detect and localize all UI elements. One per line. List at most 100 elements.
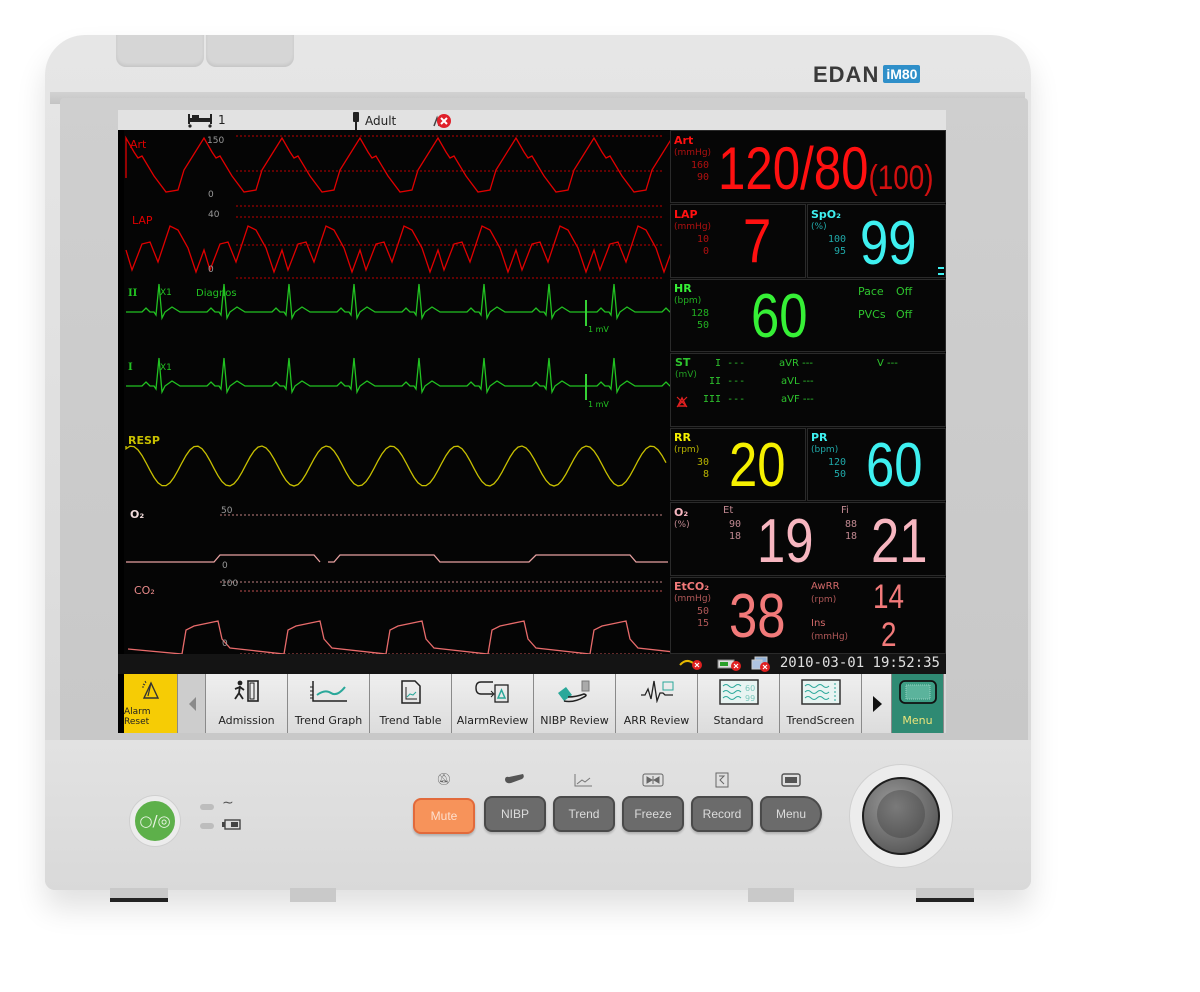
st-lead-name: aVF [781, 394, 800, 405]
trend-icon [574, 774, 592, 787]
monitor-screen: 1 Adult Art 150 0 LAP 40 0 II X1 Diagnos… [118, 110, 946, 733]
ecg-ii-mode[interactable]: Diagnos [196, 288, 237, 299]
lap-param-box[interactable]: LAP (mmHg) 10 0 7 [670, 204, 806, 278]
ecg-ii-label[interactable]: II [128, 288, 137, 299]
ecg-ii-gain[interactable]: X1 [160, 288, 172, 298]
spo2-alarm-low: 95 [833, 246, 846, 257]
pr-value: 60 [866, 431, 923, 500]
standard-screen-label: Standard [713, 714, 764, 727]
softkey-next-button[interactable] [862, 674, 892, 733]
nibp-key[interactable]: NIBP [484, 796, 546, 832]
alarm-review-button[interactable]: AlarmReview [452, 674, 534, 733]
menu-key[interactable]: Menu [760, 796, 822, 832]
pace-value: Off [896, 285, 913, 298]
freeze-key-label: Freeze [634, 807, 672, 821]
spo2-alarm-high: 100 [827, 234, 846, 245]
art-alarm-low: 90 [696, 172, 709, 183]
power-button[interactable]: ○/◎ [130, 796, 180, 846]
art-param-box[interactable]: Art (mmHg) 160 90 120/80(100) [670, 130, 946, 203]
etco2-param-box[interactable]: EtCO₂ (mmHg) 50 15 38 AwRR (rpm) 14 Ins … [670, 577, 946, 654]
chevron-left-icon [188, 696, 196, 711]
knob-cap[interactable] [877, 790, 925, 838]
record-key[interactable]: Record [691, 796, 753, 832]
lap-wave-label[interactable]: LAP [132, 214, 153, 227]
record-key-label: Record [702, 807, 742, 821]
trend-table-label: Trend Table [379, 714, 442, 727]
awrr-unit: (rpm) [811, 595, 837, 605]
softkey-prev-button[interactable] [178, 674, 206, 733]
spo2-value: 99 [860, 209, 917, 278]
lead-off-status-icon[interactable] [679, 657, 705, 671]
record-icon [715, 772, 729, 788]
standard-screen-button[interactable]: 60 99 Standard [698, 674, 780, 733]
parameter-panel: Art (mmHg) 160 90 120/80(100) LAP (mmHg)… [670, 130, 946, 674]
freeze-icon [642, 773, 664, 787]
rr-param-box[interactable]: RR (rpm) 30 8 20 [670, 428, 806, 501]
o2-wave-label[interactable]: O₂ [130, 508, 144, 521]
ecg-i-label[interactable]: I [128, 362, 133, 373]
o2-param-box[interactable]: O₂ (%) Et 90 18 19 Fi 88 18 21 [670, 502, 946, 576]
o2-fi-alarm-high: 88 [844, 519, 857, 530]
trend-graph-button[interactable]: Trend Graph [288, 674, 370, 733]
art-wave-label[interactable]: Art [130, 138, 146, 151]
pr-param-box[interactable]: PR (bpm) 120 50 60 [807, 428, 946, 501]
admission-button[interactable]: Admission [206, 674, 288, 733]
freeze-key[interactable]: Freeze [622, 796, 684, 832]
rr-alarm-high: 30 [696, 457, 709, 468]
trend-table-button[interactable]: Trend Table [370, 674, 452, 733]
patient-type[interactable]: Adult [351, 112, 396, 130]
standard-screen-icon: 6099 [718, 679, 759, 705]
bed-info[interactable]: 1 [186, 112, 226, 128]
nibp-review-button[interactable]: NIBP Review [534, 674, 616, 733]
trend-screen-button[interactable]: TrendScreen [780, 674, 862, 733]
ins-value: 2 [881, 616, 897, 654]
alarm-off-indicator[interactable] [432, 112, 452, 130]
cuff-icon [505, 774, 524, 784]
st-lead-iii: III --- [703, 394, 745, 405]
o2-fi-label: Fi [841, 505, 849, 516]
pr-param-label: PR [811, 431, 828, 444]
st-lead-name: aVL [781, 376, 800, 387]
mute-key-label: Mute [430, 809, 458, 823]
svg-text:99: 99 [745, 694, 755, 703]
alarm-reset-button[interactable]: Alarm Reset [124, 674, 178, 733]
pr-alarm-high: 120 [827, 457, 846, 468]
resp-wave-label[interactable]: RESP [128, 434, 160, 447]
foot-right [916, 888, 974, 902]
st-lead-name: I [715, 358, 722, 369]
alarm-mute-icon: 🔕︎ [436, 772, 452, 786]
spo2-param-box[interactable]: SpO₂ (%) 100 95 99 [807, 204, 946, 278]
perfusion-index-icon [938, 267, 944, 275]
navigation-knob[interactable] [850, 765, 952, 867]
trend-key[interactable]: Trend [553, 796, 615, 832]
trend-table-icon [400, 680, 421, 704]
main-menu-softkey[interactable]: Menu [892, 674, 944, 733]
etco2-alarm-low: 15 [696, 618, 709, 629]
date-time[interactable]: 2010-03-01 19:52:35 [780, 655, 940, 671]
bed-number: 1 [218, 113, 226, 127]
network-status-icon[interactable] [751, 656, 773, 672]
st-lead-name: II [709, 376, 722, 387]
st-lead-name: aVR [779, 358, 799, 369]
rr-alarm-low: 8 [702, 469, 709, 480]
alarm-review-icon [474, 681, 509, 703]
lap-param-label: LAP [674, 208, 698, 221]
mute-key[interactable]: Mute [413, 798, 475, 834]
hr-param-box[interactable]: HR (bpm) 128 50 60 Pace Off PVCs Off [670, 279, 946, 352]
co2-wave-label[interactable]: CO₂ [134, 584, 155, 597]
etco2-value: 38 [729, 582, 786, 651]
resp-waveform [125, 445, 667, 487]
ecg-i-gain[interactable]: X1 [160, 363, 172, 373]
art-param-label: Art [674, 134, 694, 147]
co2-scale-low: 0 [222, 639, 228, 649]
battery-status-icon[interactable] [717, 657, 743, 671]
st-param-box[interactable]: ST (mV) I --- II --- III --- aVR --- aVL… [670, 353, 946, 427]
art-sys-dia: 120/80 [718, 135, 869, 202]
o2-et-label: Et [723, 505, 734, 516]
arr-review-button[interactable]: ARR Review [616, 674, 698, 733]
admission-label: Admission [218, 714, 275, 727]
st-lead-value: --- [802, 376, 814, 387]
st-lead-ii: II --- [709, 376, 745, 387]
o2-fi-value: 21 [871, 507, 928, 576]
art-value: 120/80(100) [718, 139, 934, 199]
